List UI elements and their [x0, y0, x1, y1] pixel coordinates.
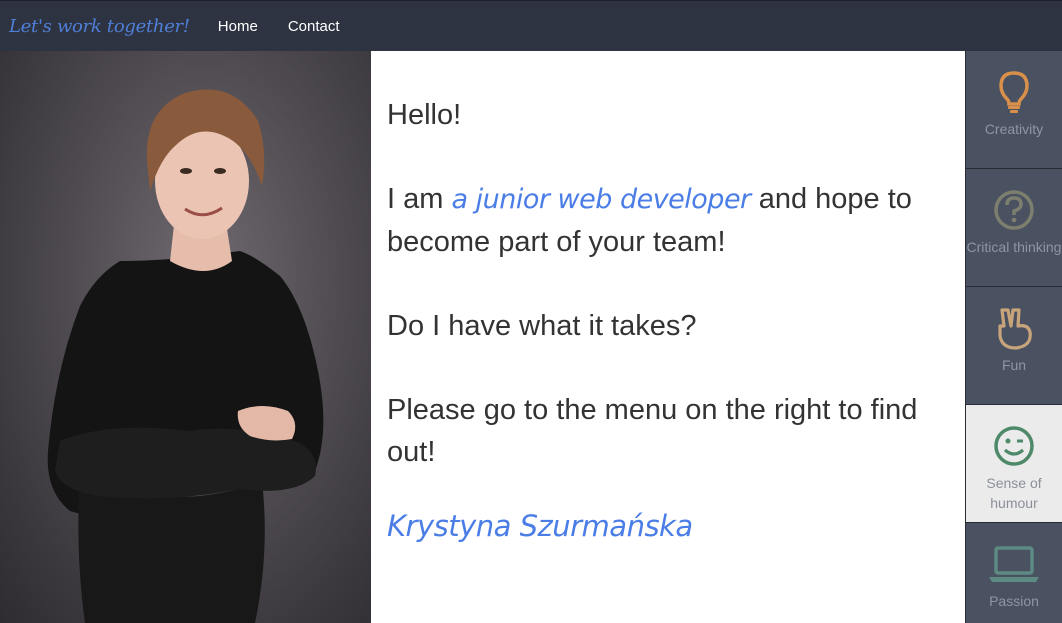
sidebar-item-label: Fun [1001, 357, 1027, 373]
brand-logo[interactable]: Let's work together! [9, 16, 190, 37]
sidebar-item-label: Passion [989, 593, 1039, 609]
greeting-text: Hello! [387, 99, 462, 131]
intro-highlight: a junior web developer [451, 184, 751, 215]
nav-link-home[interactable]: Home [218, 18, 258, 35]
sidebar-item-sense-of-humour[interactable]: Sense of humour [965, 405, 1062, 523]
lightbulb-icon [997, 69, 1031, 115]
intro-prefix: I am [387, 183, 452, 215]
top-navbar: Let's work together! Home Contact [0, 0, 1062, 51]
sidebar-item-label: Creativity [984, 121, 1044, 137]
intro-content: Hello! I am a junior web developer and h… [371, 51, 965, 623]
instruction-text: Please go to the menu on the right to fi… [387, 394, 918, 468]
laptop-icon [988, 541, 1040, 587]
nav-link-contact[interactable]: Contact [288, 18, 340, 35]
intro-paragraph: I am a junior web developer and hope to … [387, 178, 947, 263]
sidebar-item-creativity[interactable]: Creativity [965, 51, 1062, 169]
sidebar-item-critical-thinking[interactable]: Critical thinking [965, 169, 1062, 287]
signature: Krystyna Szurmańska [387, 509, 693, 543]
sidebar-item-label: Critical thinking [966, 239, 1062, 255]
question-circle-icon [993, 187, 1035, 233]
skills-sidebar: Creativity Critical thinking Fun Sense o… [965, 51, 1062, 623]
sidebar-item-passion[interactable]: Passion [965, 523, 1062, 623]
sidebar-item-label: Sense of humour [986, 475, 1042, 511]
profile-photo [0, 51, 371, 623]
smile-wink-icon [993, 423, 1035, 469]
question-text: Do I have what it takes? [387, 310, 697, 342]
sidebar-item-fun[interactable]: Fun [965, 287, 1062, 405]
hand-peace-icon [994, 305, 1034, 351]
